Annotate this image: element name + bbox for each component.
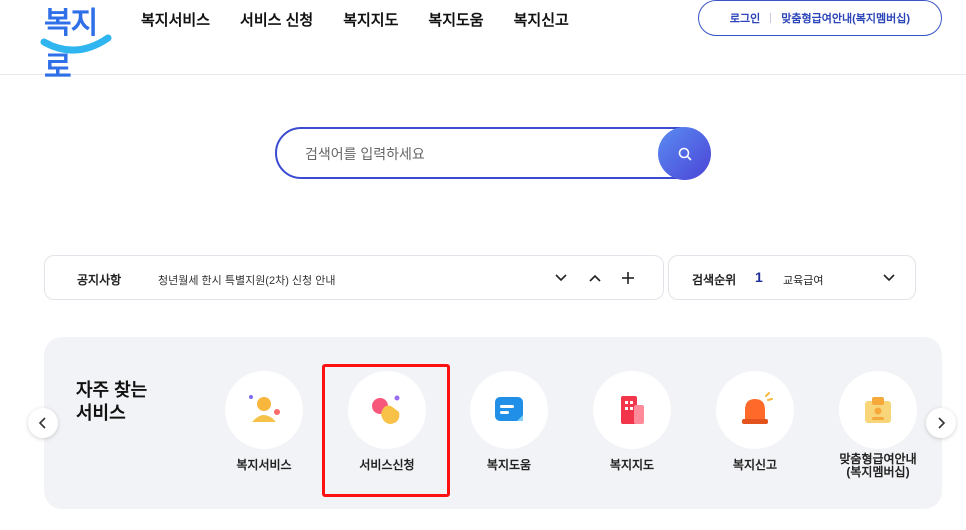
service-icon-circle [839, 371, 917, 449]
search-button[interactable] [658, 127, 711, 180]
service-icon-circle [470, 371, 548, 449]
search-box [275, 127, 705, 179]
rank-expand-button[interactable] [877, 266, 901, 290]
carousel-next-button[interactable] [926, 408, 956, 438]
chevron-down-icon [555, 274, 567, 282]
nav-welfare-report[interactable]: 복지신고 [514, 9, 569, 30]
service-icon-circle [593, 371, 671, 449]
service-welfare-map[interactable]: 복지지도 [577, 371, 687, 491]
nav-welfare-service[interactable]: 복지서비스 [141, 9, 210, 30]
logo-swoosh-icon [40, 34, 112, 54]
chevron-down-icon [883, 274, 895, 282]
service-label: 복지신고 [732, 458, 778, 472]
notice-more-button[interactable] [616, 266, 640, 290]
user-utility-menu: 로그인 맞춤형급여안내(복지멤버십) [698, 0, 942, 36]
person-icon [249, 395, 280, 422]
notice-text[interactable]: 청년월세 한시 특별지원(2차) 신청 안내 [158, 272, 335, 288]
nav-service-apply[interactable]: 서비스 신청 [240, 9, 313, 30]
notice-label: 공지사항 [77, 273, 122, 287]
siren-icon [742, 392, 773, 424]
service-membership[interactable]: 맞춤형급여안내 (복지멤버십) [823, 371, 933, 491]
site-logo[interactable]: 복지로 [38, 0, 116, 85]
site-header: 복지로 복지서비스 서비스 신청 복지지도 복지도움 복지신고 로그인 맞춤형급… [0, 0, 966, 85]
service-label: 복지서비스 [236, 458, 292, 472]
notice-bar: 공지사항 청년월세 한시 특별지원(2차) 신청 안내 [44, 255, 664, 300]
notice-next-button[interactable] [549, 266, 573, 290]
nav-welfare-map[interactable]: 복지지도 [343, 9, 398, 30]
membership-card-icon [865, 397, 891, 423]
tap-hand-icon [372, 395, 400, 424]
search-icon [678, 147, 691, 160]
chevron-left-icon [38, 417, 46, 429]
plus-icon [622, 272, 634, 284]
quick-services-panel: 자주 찾는 서비스 복지서비스 서비스신청 복지도움 복지지도 복지신고 맞춤형… [44, 337, 942, 509]
search-rank-bar: 검색순위 1 교육급여 [668, 255, 916, 300]
service-welfare-service[interactable]: 복지서비스 [209, 371, 319, 491]
service-service-apply[interactable]: 서비스신청 [332, 371, 442, 491]
rank-label: 검색순위 [692, 273, 737, 287]
service-welfare-report[interactable]: 복지신고 [700, 371, 810, 491]
notice-prev-button[interactable] [583, 266, 607, 290]
chevron-up-icon [589, 274, 601, 282]
carousel-prev-button[interactable] [28, 408, 58, 438]
message-icon [495, 397, 523, 421]
service-label: 복지도움 [486, 458, 532, 472]
chevron-right-icon [938, 417, 946, 429]
service-welfare-help[interactable]: 복지도움 [454, 371, 564, 491]
service-icon-circle [225, 371, 303, 449]
utility-divider [770, 13, 772, 23]
search-input[interactable] [303, 141, 647, 167]
service-icon-circle [716, 371, 794, 449]
main-navigation: 복지서비스 서비스 신청 복지지도 복지도움 복지신고 [141, 9, 599, 30]
rank-keyword[interactable]: 교육급여 [783, 272, 823, 288]
service-icon-circle [348, 371, 426, 449]
service-label: 서비스신청 [359, 458, 415, 472]
rank-number: 1 [755, 269, 763, 285]
service-label: 복지지도 [609, 458, 655, 472]
nav-welfare-help[interactable]: 복지도움 [428, 9, 483, 30]
login-link[interactable]: 로그인 [730, 10, 760, 26]
service-label: 맞춤형급여안내 (복지멤버십) [839, 452, 917, 479]
membership-link[interactable]: 맞춤형급여안내(복지멤버십) [781, 10, 910, 26]
building-icon [621, 396, 644, 424]
quick-services-title: 자주 찾는 서비스 [76, 380, 148, 423]
